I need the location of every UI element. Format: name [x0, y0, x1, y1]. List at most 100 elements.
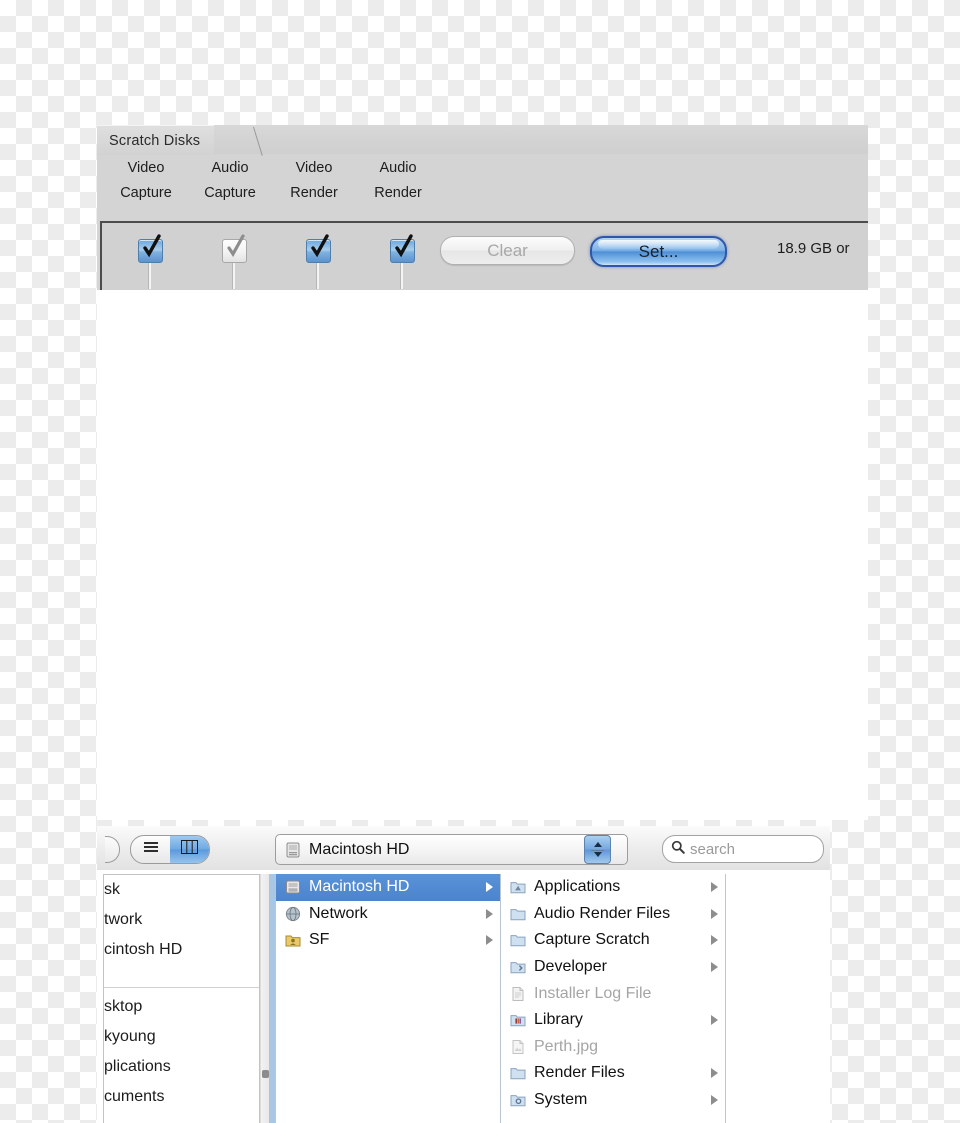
- connector-line-2: [232, 263, 235, 289]
- tab-label: Scratch Disks: [109, 132, 201, 149]
- scrollbar-thumb[interactable]: [262, 1070, 269, 1078]
- set-button[interactable]: Set...: [590, 236, 727, 267]
- disclosure-triangle-icon: [711, 908, 718, 919]
- path-popup-stepper[interactable]: [584, 835, 611, 864]
- clear-button[interactable]: Clear: [440, 236, 575, 265]
- list-item-label: Perth.jpg: [534, 1037, 599, 1055]
- list-item-label: System: [534, 1091, 588, 1109]
- checkbox-audio-capture[interactable]: [222, 234, 247, 263]
- header-line-1: Video: [295, 160, 333, 176]
- list-item-label: Macintosh HD: [309, 878, 410, 896]
- header-line-2: Capture: [120, 185, 172, 201]
- hard-drive-icon: [284, 878, 302, 896]
- checkmark-icon: [142, 234, 162, 260]
- path-popup-label: Macintosh HD: [309, 840, 410, 858]
- checkmark-icon: [226, 234, 246, 260]
- sidebar-item-network[interactable]: twork: [104, 905, 259, 935]
- list-item[interactable]: Render Files: [501, 1060, 726, 1087]
- disclosure-triangle-icon: [711, 1095, 718, 1106]
- list-item[interactable]: System: [501, 1087, 726, 1114]
- system-folder-icon: [509, 1091, 527, 1109]
- chevron-up-icon: [593, 842, 602, 847]
- developer-folder-icon: [509, 958, 527, 976]
- disclosure-triangle-icon: [711, 1068, 718, 1079]
- document-icon: [509, 985, 527, 1003]
- header-line-2: Render: [374, 185, 422, 201]
- list-item-label: Library: [534, 1011, 583, 1029]
- connector-line-1: [148, 263, 151, 289]
- list-item-label: Network: [309, 904, 368, 922]
- checkbox-audio-render[interactable]: [390, 234, 415, 263]
- search-placeholder: search: [690, 840, 736, 858]
- list-item: Perth.jpg: [501, 1034, 726, 1061]
- checkbox-video-capture[interactable]: [138, 234, 163, 263]
- sidebar-item-documents[interactable]: cuments: [104, 1082, 259, 1112]
- path-popup-button[interactable]: Macintosh HD: [275, 834, 628, 865]
- tab-slash-divider: [247, 127, 269, 154]
- browser-column-volumes: Macintosh HD Network SF: [275, 874, 501, 1123]
- stepper-divider: [591, 850, 604, 851]
- sidebar: sk twork cintosh HD sktop kyoung plicati…: [103, 874, 260, 1123]
- disclosure-triangle-icon: [711, 962, 718, 973]
- list-item-label: Developer: [534, 958, 607, 976]
- clear-button-label: Clear: [487, 240, 528, 260]
- tab-scratch-disks[interactable]: Scratch Disks: [97, 125, 215, 155]
- folder-icon: [509, 1064, 527, 1082]
- chevron-down-icon: [593, 852, 602, 857]
- list-item[interactable]: Network: [276, 901, 501, 928]
- sidebar-item-applications[interactable]: plications: [104, 1052, 259, 1082]
- user-folder-icon: [284, 931, 302, 949]
- folder-icon: [509, 905, 527, 923]
- disclosure-triangle-icon: [486, 908, 493, 919]
- disclosure-triangle-icon: [486, 935, 493, 946]
- sidebar-item-disk[interactable]: sk: [104, 875, 259, 905]
- white-background-plate: [97, 290, 868, 820]
- list-item-label: Render Files: [534, 1064, 625, 1082]
- column-header-video-render: Video Render: [266, 156, 362, 206]
- file-browser-dialog: Macintosh HD search sk twork cintosh HD …: [97, 826, 830, 1123]
- list-item[interactable]: Macintosh HD: [276, 874, 501, 901]
- free-space-text: 18.9 GB or: [777, 240, 850, 257]
- list-item-label: Installer Log File: [534, 984, 652, 1002]
- connector-line-3: [316, 263, 319, 289]
- list-item[interactable]: Applications: [501, 874, 726, 901]
- folder-icon: [509, 931, 527, 949]
- browser-column-empty: [725, 874, 825, 1123]
- checkmark-icon: [310, 234, 330, 260]
- sidebar-item-desktop[interactable]: sktop: [104, 992, 259, 1022]
- header-line-1: Audio: [379, 160, 417, 176]
- header-line-2: Capture: [204, 185, 256, 201]
- list-view-button[interactable]: [131, 836, 170, 863]
- disclosure-triangle-icon: [486, 882, 493, 893]
- image-file-icon: [509, 1038, 527, 1056]
- back-forward-control-clipped[interactable]: [105, 836, 120, 863]
- header-line-1: Video: [127, 160, 165, 176]
- sidebar-item-macintosh-hd[interactable]: cintosh HD: [104, 935, 259, 965]
- browser-column-macintosh-hd: Applications Audio Render Files Capture …: [500, 874, 726, 1123]
- search-icon: [671, 840, 685, 859]
- column-browser: sk twork cintosh HD sktop kyoung plicati…: [97, 870, 830, 1123]
- list-item[interactable]: Developer: [501, 954, 726, 981]
- library-folder-icon: [509, 1011, 527, 1029]
- sidebar-item-home[interactable]: kyoung: [104, 1022, 259, 1052]
- list-item[interactable]: Capture Scratch: [501, 927, 726, 954]
- scratch-disks-panel: Scratch Disks Video Capture Audio Captur…: [97, 125, 868, 290]
- checkmark-icon: [394, 234, 414, 260]
- set-button-label: Set...: [638, 241, 679, 261]
- list-item: Installer Log File: [501, 980, 726, 1007]
- finder-toolbar: Macintosh HD search: [97, 826, 830, 870]
- checkbox-video-render[interactable]: [306, 234, 331, 263]
- column-view-button[interactable]: [170, 836, 209, 863]
- applications-folder-icon: [509, 878, 527, 896]
- list-view-icon: [143, 841, 159, 859]
- header-line-1: Audio: [211, 160, 249, 176]
- list-item[interactable]: Audio Render Files: [501, 901, 726, 928]
- header-line-2: Render: [290, 185, 338, 201]
- column-headers: Video Capture Audio Capture Video Render…: [97, 156, 868, 218]
- list-item[interactable]: Library: [501, 1007, 726, 1034]
- search-field[interactable]: search: [662, 835, 824, 863]
- column-header-audio-capture: Audio Capture: [182, 156, 278, 206]
- list-item-label: SF: [309, 931, 330, 949]
- list-item-label: Capture Scratch: [534, 931, 650, 949]
- list-item[interactable]: SF: [276, 927, 501, 954]
